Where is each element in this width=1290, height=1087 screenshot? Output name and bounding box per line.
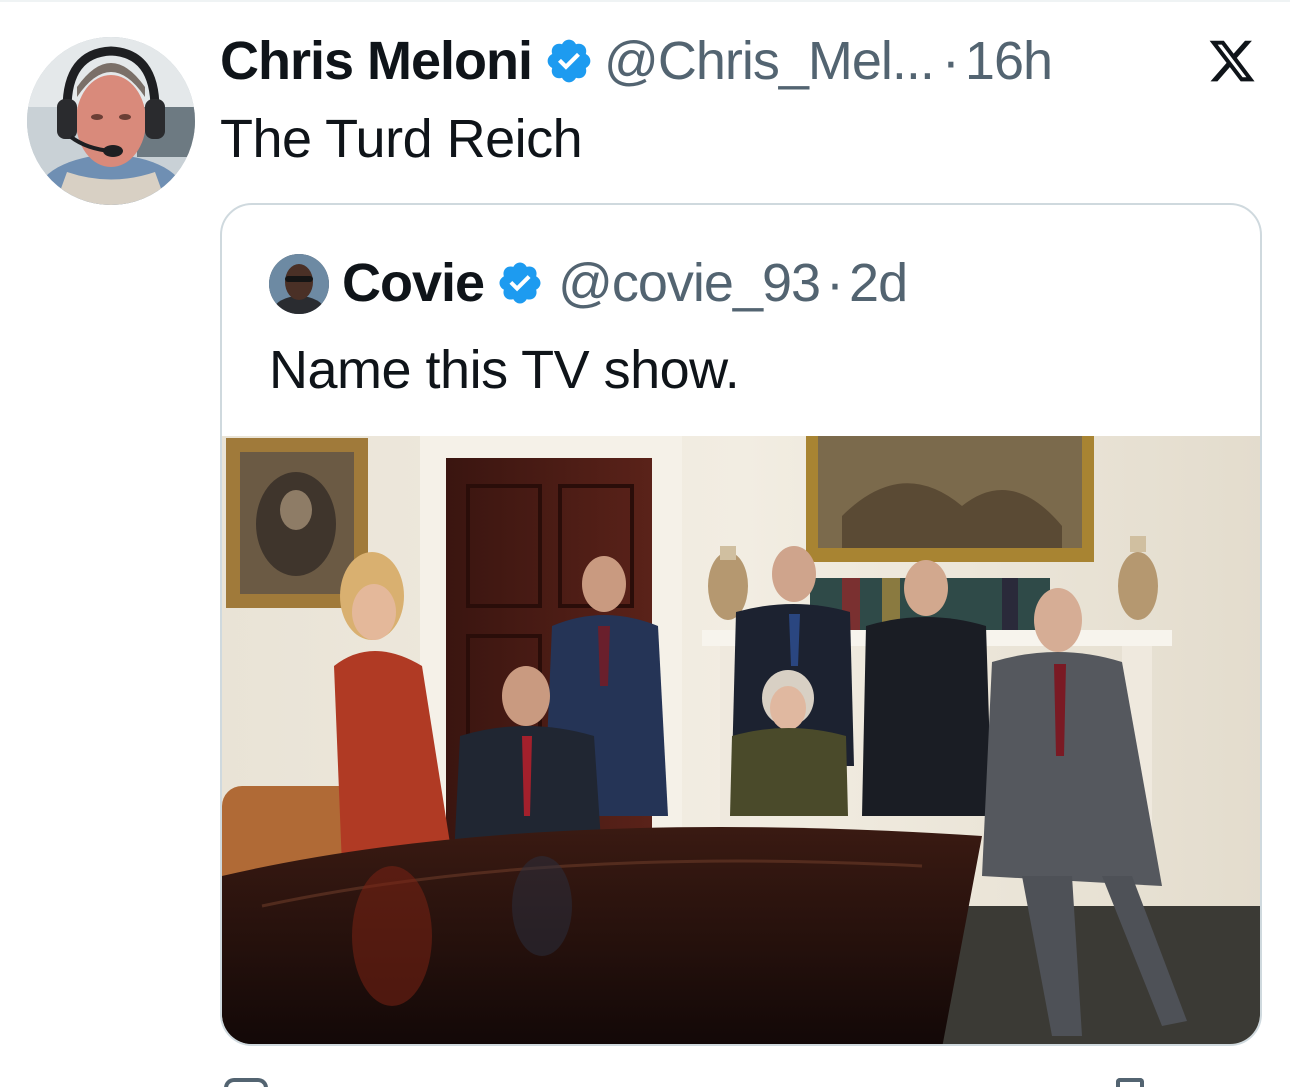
- verified-badge-icon[interactable]: [544, 36, 594, 86]
- top-divider: [0, 0, 1290, 2]
- tweet-timestamp[interactable]: 16h: [965, 30, 1053, 92]
- author-display-name[interactable]: Chris Meloni: [220, 30, 533, 92]
- x-logo-icon[interactable]: [1206, 36, 1258, 86]
- quoted-verified-badge-icon[interactable]: [496, 259, 544, 307]
- author-avatar[interactable]: [27, 37, 195, 205]
- author-avatar-image: [27, 37, 195, 205]
- author-row: Chris Meloni @Chris_Mel... · 16h: [220, 30, 1053, 92]
- quoted-author-avatar[interactable]: [269, 254, 329, 314]
- quoted-avatar-image: [269, 254, 329, 314]
- group-portrait-image: [222, 436, 1260, 1044]
- quoted-handle[interactable]: @covie_93: [558, 252, 821, 314]
- separator-dot: ·: [941, 31, 960, 91]
- quoted-timestamp[interactable]: 2d: [849, 252, 908, 314]
- reply-icon[interactable]: [224, 1078, 268, 1087]
- quoted-display-name[interactable]: Covie: [342, 252, 485, 314]
- quoted-author-row: Covie @covie_93 · 2d: [342, 251, 908, 315]
- tweet-action-bar: [220, 1070, 1262, 1087]
- tweet-text: The Turd Reich: [220, 109, 583, 169]
- quoted-tweet-card[interactable]: Covie @covie_93 · 2d Name this TV show.: [220, 203, 1262, 1046]
- bookmark-icon[interactable]: [1116, 1078, 1144, 1087]
- quoted-media-photo[interactable]: [222, 436, 1260, 1044]
- author-handle[interactable]: @Chris_Mel...: [604, 30, 935, 92]
- quoted-tweet-text: Name this TV show.: [269, 340, 740, 400]
- quoted-separator-dot: ·: [826, 253, 844, 313]
